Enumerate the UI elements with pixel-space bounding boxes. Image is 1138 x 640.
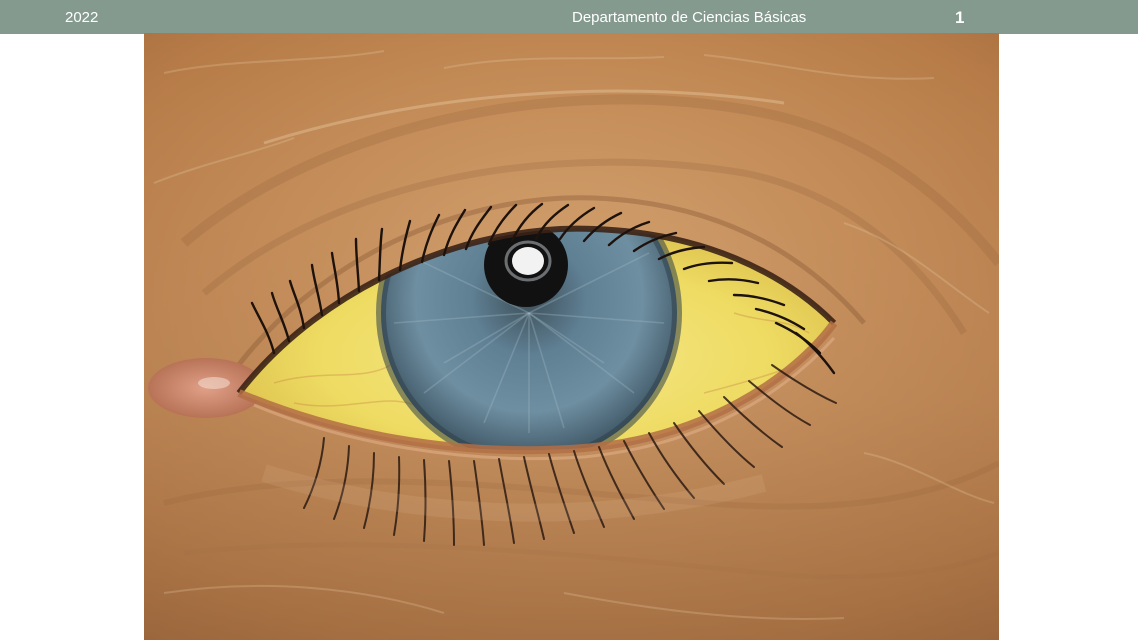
slide: 2022 Departamento de Ciencias Básicas 1 — [0, 0, 1138, 640]
header-department: Departamento de Ciencias Básicas — [572, 9, 807, 26]
header-year: 2022 — [65, 9, 99, 26]
header-bar: 2022 Departamento de Ciencias Básicas 1 — [0, 0, 1138, 34]
eye-photo-illustration — [144, 33, 999, 640]
page-number: 1 — [955, 8, 965, 27]
eye-photo — [144, 33, 999, 640]
